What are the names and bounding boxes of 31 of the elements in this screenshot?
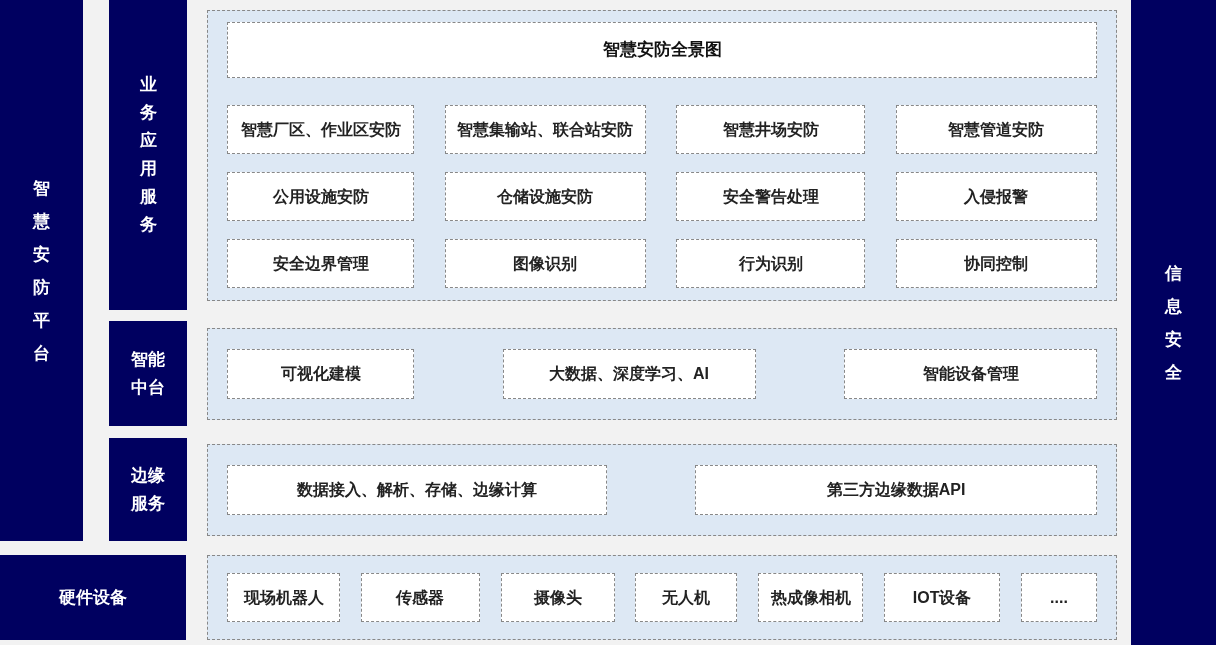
module-card: 现场机器人 — [227, 573, 340, 622]
module-card: 无人机 — [635, 573, 738, 622]
module-card: 智能设备管理 — [844, 348, 1097, 399]
module-card: 安全边界管理 — [227, 239, 414, 288]
layer-label: 边缘服务 — [109, 438, 187, 541]
module-card: 可视化建模 — [227, 348, 414, 399]
module-card: 第三方边缘数据API — [695, 464, 1097, 515]
module-card: 智慧井场安防 — [676, 105, 866, 154]
module-card: IOT设备 — [884, 573, 1001, 622]
module-card: 热成像相机 — [758, 573, 864, 622]
module-card: 协同控制 — [895, 239, 1097, 288]
module-card: 公用设施安防 — [227, 172, 414, 221]
module-card: 安全警告处理 — [676, 172, 866, 221]
layer-label: 智能中台 — [109, 321, 187, 426]
layer-label: 硬件设备 — [0, 555, 186, 640]
module-card: .... — [1020, 573, 1097, 622]
module-card: 入侵报警 — [895, 172, 1097, 221]
layer-label: 业务应用服务 — [109, 0, 187, 310]
module-card: 仓储设施安防 — [444, 172, 646, 221]
diagram-title: 智慧安防全景图 — [227, 22, 1097, 78]
security-label: 信息安全 — [1131, 0, 1216, 645]
module-card: 智慧管道安防 — [895, 105, 1097, 154]
module-card: 智慧集输站、联合站安防 — [444, 105, 646, 154]
module-card: 传感器 — [360, 573, 480, 622]
module-card: 摄像头 — [500, 573, 615, 622]
module-card: 图像识别 — [444, 239, 646, 288]
module-card: 数据接入、解析、存储、边缘计算 — [227, 464, 607, 515]
module-card: 智慧厂区、作业区安防 — [227, 105, 414, 154]
module-card: 大数据、深度学习、AI — [502, 348, 756, 399]
module-card: 行为识别 — [676, 239, 866, 288]
platform-label: 智慧安防平台 — [0, 0, 83, 541]
